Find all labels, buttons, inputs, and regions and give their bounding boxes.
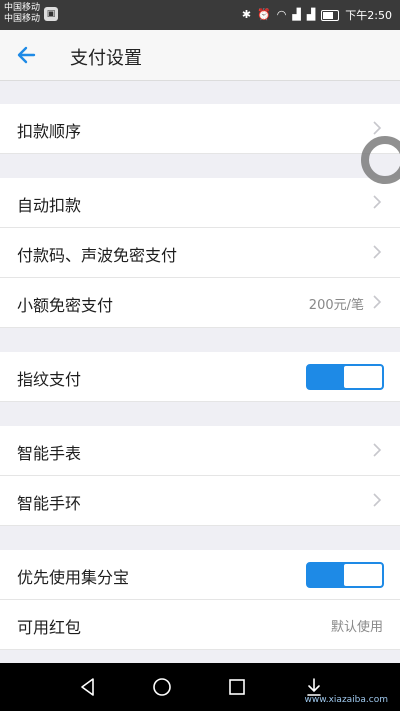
back-arrow-icon[interactable] bbox=[14, 42, 40, 68]
row-fingerprint-pay: 指纹支付 bbox=[0, 352, 400, 402]
row-paycode-sonic[interactable]: 付款码、声波免密支付 bbox=[0, 228, 400, 278]
chevron-right-icon bbox=[373, 443, 382, 457]
row-label: 指纹支付 bbox=[17, 370, 82, 389]
row-value: 200元/笔 bbox=[308, 298, 364, 313]
wifi-icon: ◠ bbox=[276, 8, 287, 21]
row-label: 智能手表 bbox=[17, 444, 82, 463]
toggle-knob bbox=[344, 366, 382, 388]
home-circle-icon[interactable] bbox=[150, 675, 174, 699]
recents-square-icon[interactable] bbox=[225, 675, 249, 699]
row-small-amount-free[interactable]: 小额免密支付 200元/笔 bbox=[0, 278, 400, 328]
status-icons: ✱ ⏰ ◠ ▟ ▟ 下午2:50 bbox=[242, 7, 392, 23]
row-label: 付款码、声波免密支付 bbox=[17, 246, 178, 265]
back-triangle-icon[interactable] bbox=[76, 675, 100, 699]
fingerprint-toggle[interactable] bbox=[306, 364, 384, 390]
row-smart-watch[interactable]: 智能手表 bbox=[0, 426, 400, 476]
row-value: 默认使用 bbox=[330, 620, 383, 635]
row-auto-deduction[interactable]: 自动扣款 bbox=[0, 178, 400, 228]
chevron-right-icon bbox=[373, 295, 382, 309]
chevron-right-icon bbox=[373, 245, 382, 259]
row-smart-band[interactable]: 智能手环 bbox=[0, 476, 400, 526]
row-label: 小额免密支付 bbox=[17, 296, 114, 315]
chevron-right-icon bbox=[373, 121, 382, 135]
row-label: 扣款顺序 bbox=[17, 122, 82, 141]
carrier-2: 中国移动 bbox=[4, 14, 41, 24]
alarm-icon: ⏰ bbox=[257, 8, 271, 21]
row-available-red-packet[interactable]: 可用红包 默认使用 bbox=[0, 600, 400, 650]
row-label: 优先使用集分宝 bbox=[17, 568, 130, 587]
chevron-right-icon bbox=[373, 195, 382, 209]
row-label: 自动扣款 bbox=[17, 196, 82, 215]
watermark-text: www.xiazaiba.com bbox=[304, 695, 388, 705]
page-title: 支付设置 bbox=[70, 48, 142, 69]
row-label: 可用红包 bbox=[17, 618, 82, 637]
row-label: 智能手环 bbox=[17, 494, 82, 513]
floating-assistive-button[interactable] bbox=[361, 136, 400, 184]
signal-2-icon: ▟ bbox=[306, 8, 316, 21]
chevron-right-icon bbox=[373, 493, 382, 507]
row-prefer-jifenbao: 优先使用集分宝 bbox=[0, 550, 400, 600]
bluetooth-icon: ✱ bbox=[241, 8, 252, 21]
carrier-1: 中国移动 bbox=[4, 3, 41, 13]
signal-icon: ▟ bbox=[292, 8, 301, 21]
clock: 下午2:50 bbox=[345, 9, 392, 22]
system-nav-bar: www.xiazaiba.com bbox=[0, 663, 400, 711]
jifenbao-toggle[interactable] bbox=[306, 562, 384, 588]
carrier-labels: 中国移动 中国移动 bbox=[4, 3, 40, 25]
sim-icon: ▣ bbox=[44, 7, 58, 21]
battery-icon bbox=[321, 9, 340, 21]
status-bar: 中国移动 中国移动 ▣ ✱ ⏰ ◠ ▟ ▟ 下午2:50 bbox=[0, 0, 400, 30]
header: 支付设置 bbox=[0, 30, 400, 81]
row-deduction-order[interactable]: 扣款顺序 bbox=[0, 104, 400, 154]
toggle-knob bbox=[344, 564, 382, 586]
